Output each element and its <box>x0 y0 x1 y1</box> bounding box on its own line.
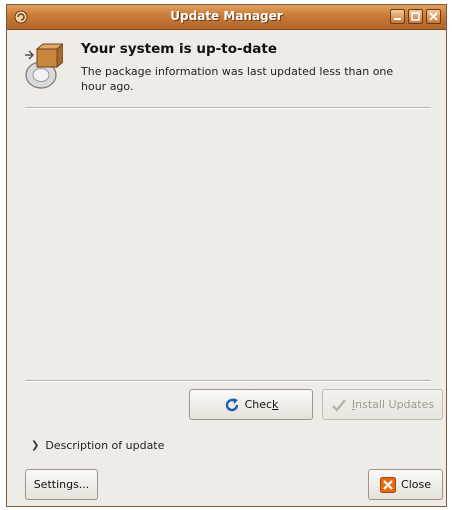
update-manager-window: Update Manager Your system is up-to-date… <box>6 4 447 507</box>
maximize-button[interactable] <box>408 9 423 24</box>
status-description: The package information was last updated… <box>81 65 394 93</box>
install-label: Install Updates <box>351 398 435 411</box>
settings-label: Settings... <box>33 478 90 491</box>
refresh-icon <box>225 397 238 411</box>
minimize-icon <box>394 18 401 20</box>
top-separator <box>25 107 431 109</box>
package-icon <box>25 43 63 89</box>
close-button[interactable]: Close <box>368 469 443 500</box>
close-label: Close <box>401 478 431 491</box>
close-icon <box>380 476 397 493</box>
expander-label: Description of update <box>45 439 165 452</box>
check-button[interactable]: Check <box>189 389 313 420</box>
window-close-icon <box>429 12 438 21</box>
window-title: Update Manager <box>170 9 283 23</box>
checkmark-icon <box>332 398 346 412</box>
install-updates-button[interactable]: Install Updates <box>322 389 443 420</box>
status-header: Your system is up-to-date The package in… <box>21 39 435 103</box>
updates-list-area <box>25 111 431 379</box>
maximize-icon <box>411 12 420 21</box>
settings-button[interactable]: Settings... <box>25 469 98 500</box>
bottom-separator <box>25 380 431 382</box>
status-title: Your system is up-to-date <box>81 41 277 57</box>
title-bar[interactable]: Update Manager <box>7 5 446 30</box>
window-close-button[interactable] <box>426 9 441 24</box>
check-label: Check <box>244 398 279 411</box>
description-expander[interactable]: ❯ Description of update <box>31 439 164 452</box>
minimize-button[interactable] <box>390 9 405 24</box>
expander-arrow-icon: ❯ <box>31 440 40 451</box>
